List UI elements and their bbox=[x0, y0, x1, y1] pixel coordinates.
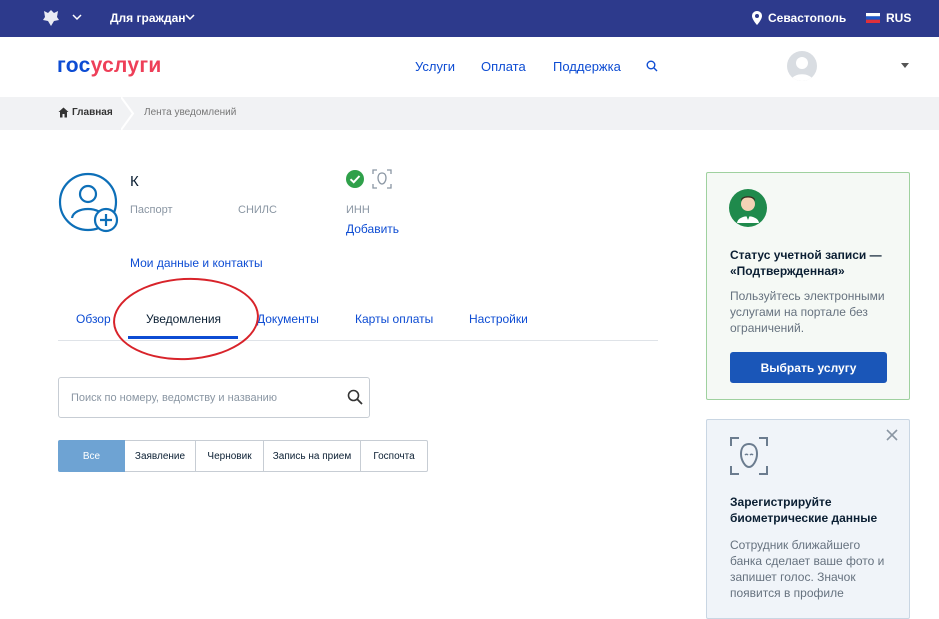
search-input[interactable]: Поиск по номеру, ведомству и названию bbox=[58, 377, 370, 418]
search-icon[interactable] bbox=[646, 60, 658, 72]
logo-part-uslugi: услуги bbox=[90, 54, 162, 77]
language-switch[interactable]: RUS bbox=[886, 11, 911, 25]
filter-draft[interactable]: Черновик bbox=[196, 440, 264, 472]
choose-service-button[interactable]: Выбрать услугу bbox=[730, 352, 887, 383]
nav-services[interactable]: Услуги bbox=[415, 59, 455, 74]
snils-label: СНИЛС bbox=[238, 204, 277, 216]
chevron-down-icon[interactable] bbox=[72, 12, 82, 22]
user-avatar[interactable] bbox=[787, 51, 817, 81]
highlight-ellipse bbox=[110, 274, 262, 364]
biometrics-icon bbox=[372, 169, 392, 189]
home-icon[interactable] bbox=[58, 107, 69, 118]
location-pin-icon bbox=[752, 11, 762, 25]
tab-payment-cards[interactable]: Карты оплаты bbox=[355, 312, 433, 326]
biometrics-card: Зарегистрируйте биометрические данные Со… bbox=[706, 419, 910, 619]
chevron-down-icon[interactable] bbox=[185, 12, 195, 22]
gosuslugi-logo[interactable]: госуслуги bbox=[57, 54, 162, 78]
profile-name: К bbox=[130, 173, 139, 190]
add-inn-link[interactable]: Добавить bbox=[346, 222, 399, 236]
breadcrumb-separator bbox=[121, 97, 135, 130]
verified-check-icon bbox=[346, 170, 364, 188]
russian-flag-icon bbox=[866, 13, 880, 23]
filter-application[interactable]: Заявление bbox=[125, 440, 196, 472]
coat-of-arms-icon[interactable] bbox=[40, 8, 62, 28]
search-icon[interactable] bbox=[347, 389, 363, 405]
tab-overview[interactable]: Обзор bbox=[76, 312, 111, 326]
breadcrumb-home[interactable]: Главная bbox=[72, 107, 113, 118]
close-icon[interactable] bbox=[886, 429, 898, 441]
filter-appointment[interactable]: Запись на прием bbox=[264, 440, 361, 472]
top-bar: Для граждан Севастополь RUS bbox=[0, 0, 939, 37]
tab-documents[interactable]: Документы bbox=[257, 312, 319, 326]
location-city[interactable]: Севастополь bbox=[768, 11, 846, 25]
breadcrumb: Главная Лента уведомлений bbox=[0, 97, 939, 130]
passport-label: Паспорт bbox=[130, 204, 173, 216]
filter-all[interactable]: Все bbox=[58, 440, 125, 472]
account-status-card: Статус учетной записи — «Подтвержденная»… bbox=[706, 172, 910, 400]
nav-payment[interactable]: Оплата bbox=[481, 59, 526, 74]
my-data-contacts-link[interactable]: Мои данные и контакты bbox=[130, 256, 263, 270]
filter-group: Все Заявление Черновик Запись на прием Г… bbox=[58, 440, 428, 472]
biometrics-card-text: Сотрудник ближайшего банка сделает ваше … bbox=[730, 538, 885, 600]
breadcrumb-current: Лента уведомлений bbox=[144, 107, 237, 118]
biometrics-card-title: Зарегистрируйте биометрические данные bbox=[730, 495, 878, 525]
tab-settings[interactable]: Настройки bbox=[469, 312, 528, 326]
inn-label: ИНН bbox=[346, 204, 370, 216]
profile-avatar-add-icon[interactable] bbox=[58, 172, 120, 234]
status-card-text: Пользуйтесь электронными услугами на пор… bbox=[730, 289, 885, 335]
for-citizens-menu[interactable]: Для граждан bbox=[110, 11, 186, 25]
search-placeholder: Поиск по номеру, ведомству и названию bbox=[71, 392, 278, 404]
filter-gospochta[interactable]: Госпочта bbox=[361, 440, 428, 472]
caret-down-icon[interactable] bbox=[901, 63, 909, 69]
main-header: госуслуги Услуги Оплата Поддержка bbox=[0, 37, 939, 97]
status-card-title: Статус учетной записи — «Подтвержденная» bbox=[730, 248, 882, 278]
logo-part-gos: гос bbox=[57, 54, 91, 77]
support-agent-icon bbox=[729, 189, 767, 227]
nav-support[interactable]: Поддержка bbox=[553, 59, 621, 74]
biometrics-face-icon bbox=[730, 437, 768, 475]
